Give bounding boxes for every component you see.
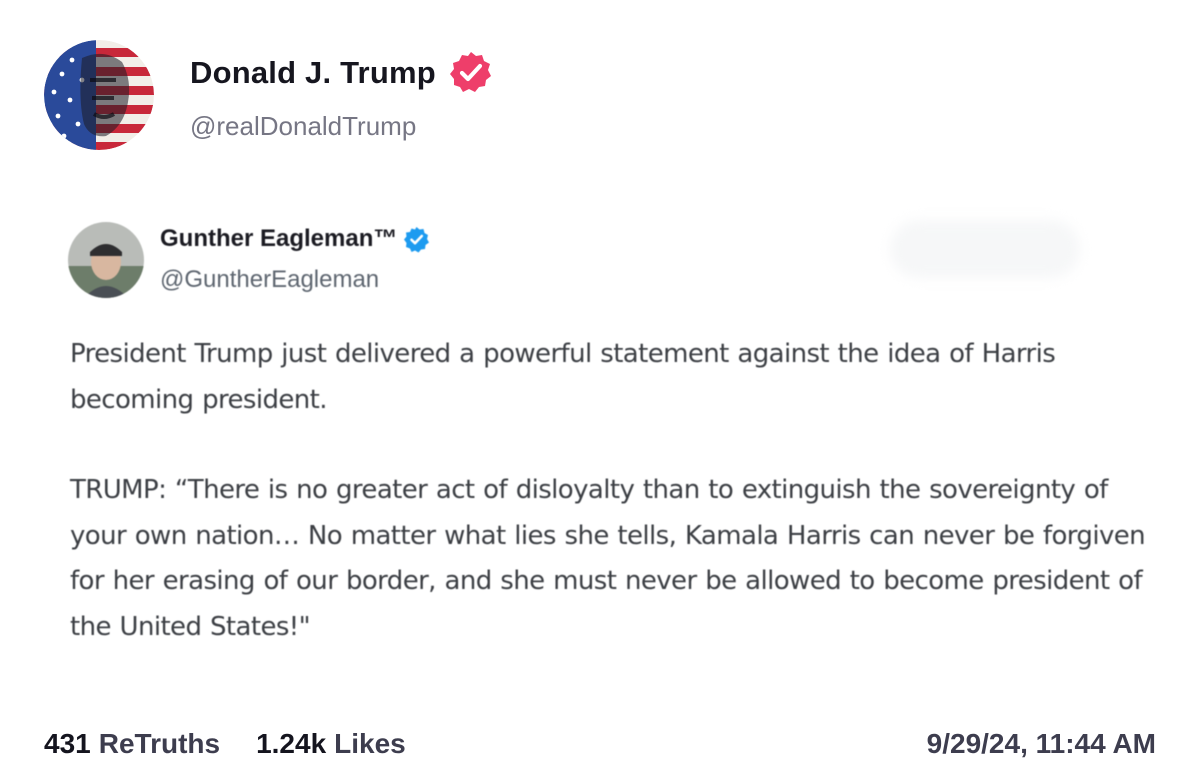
post-header: Donald J. Trump @realDonaldTrump — [44, 40, 494, 150]
quoted-post[interactable]: Gunther Eagleman™ @GuntherEagleman Presi… — [0, 200, 1200, 670]
quoted-avatar — [68, 222, 144, 298]
author-block: Donald J. Trump @realDonaldTrump — [190, 49, 494, 142]
likes-stat[interactable]: 1.24k Likes — [256, 728, 406, 760]
author-name[interactable]: Donald J. Trump — [190, 55, 436, 91]
quoted-paragraph: President Trump just delivered a powerfu… — [70, 339, 1056, 415]
post-footer: 431 ReTruths 1.24k Likes 9/29/24, 11:44 … — [44, 724, 1156, 764]
quoted-author-name: Gunther Eagleman™ — [160, 225, 398, 252]
quoted-author-handle: @GuntherEagleman — [160, 266, 380, 293]
retruths-label: ReTruths — [98, 728, 221, 759]
author-handle[interactable]: @realDonaldTrump — [190, 111, 494, 142]
quoted-post-text: President Trump just delivered a powerfu… — [70, 332, 1150, 650]
retruths-count: 431 — [44, 728, 91, 759]
likes-label: Likes — [334, 728, 406, 759]
verified-badge-icon — [403, 226, 430, 253]
quoted-name-row: Gunther Eagleman™ — [160, 225, 430, 253]
avatar[interactable] — [44, 40, 154, 150]
verified-badge-icon — [448, 50, 494, 96]
post-timestamp[interactable]: 9/29/24, 11:44 AM — [927, 728, 1156, 760]
quoted-paragraph: TRUMP: “There is no greater act of dislo… — [70, 475, 1146, 642]
blurred-follow-button — [890, 220, 1080, 278]
likes-count: 1.24k — [256, 728, 327, 759]
author-name-row: Donald J. Trump — [190, 49, 494, 97]
retruths-stat[interactable]: 431 ReTruths — [44, 728, 220, 760]
